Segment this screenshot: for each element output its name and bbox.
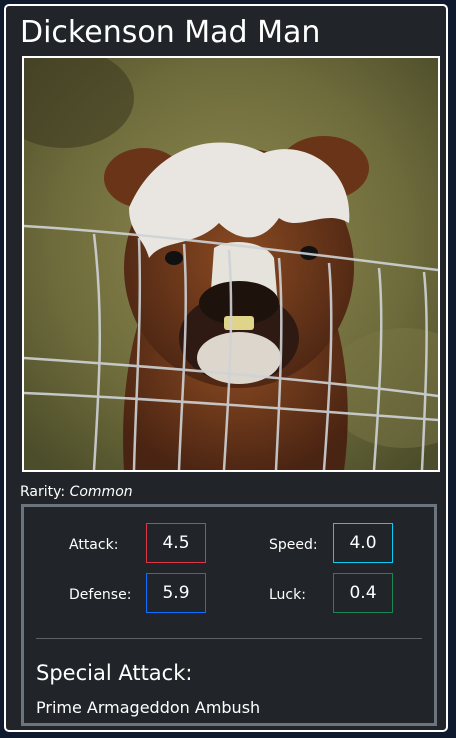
speed-value: 4.0 [333, 523, 393, 563]
defense-value: 5.9 [146, 573, 206, 613]
card-title: Dickenson Mad Man [20, 15, 321, 50]
special-attack-name: Prime Armageddon Ambush [36, 698, 261, 717]
attack-label: Attack: [69, 537, 119, 553]
special-attack-title: Special Attack: [36, 661, 193, 685]
attack-value: 4.5 [146, 523, 206, 563]
monster-image [22, 56, 440, 472]
defense-label: Defense: [69, 587, 132, 603]
stats-divider [36, 638, 422, 639]
monster-card: Dickenson Mad Man Rarity: Common Attack:… [4, 4, 448, 732]
luck-value: 0.4 [333, 573, 393, 613]
rarity-label: Rarity: [20, 484, 66, 500]
rarity-line: Rarity: Common [20, 483, 133, 501]
luck-label: Luck: [269, 587, 306, 603]
rarity-value: Common [69, 484, 133, 500]
stats-panel: Attack: 4.5 Speed: 4.0 Defense: 5.9 Luck… [21, 504, 437, 726]
speed-label: Speed: [269, 537, 318, 553]
alpaca-illustration [24, 58, 438, 470]
